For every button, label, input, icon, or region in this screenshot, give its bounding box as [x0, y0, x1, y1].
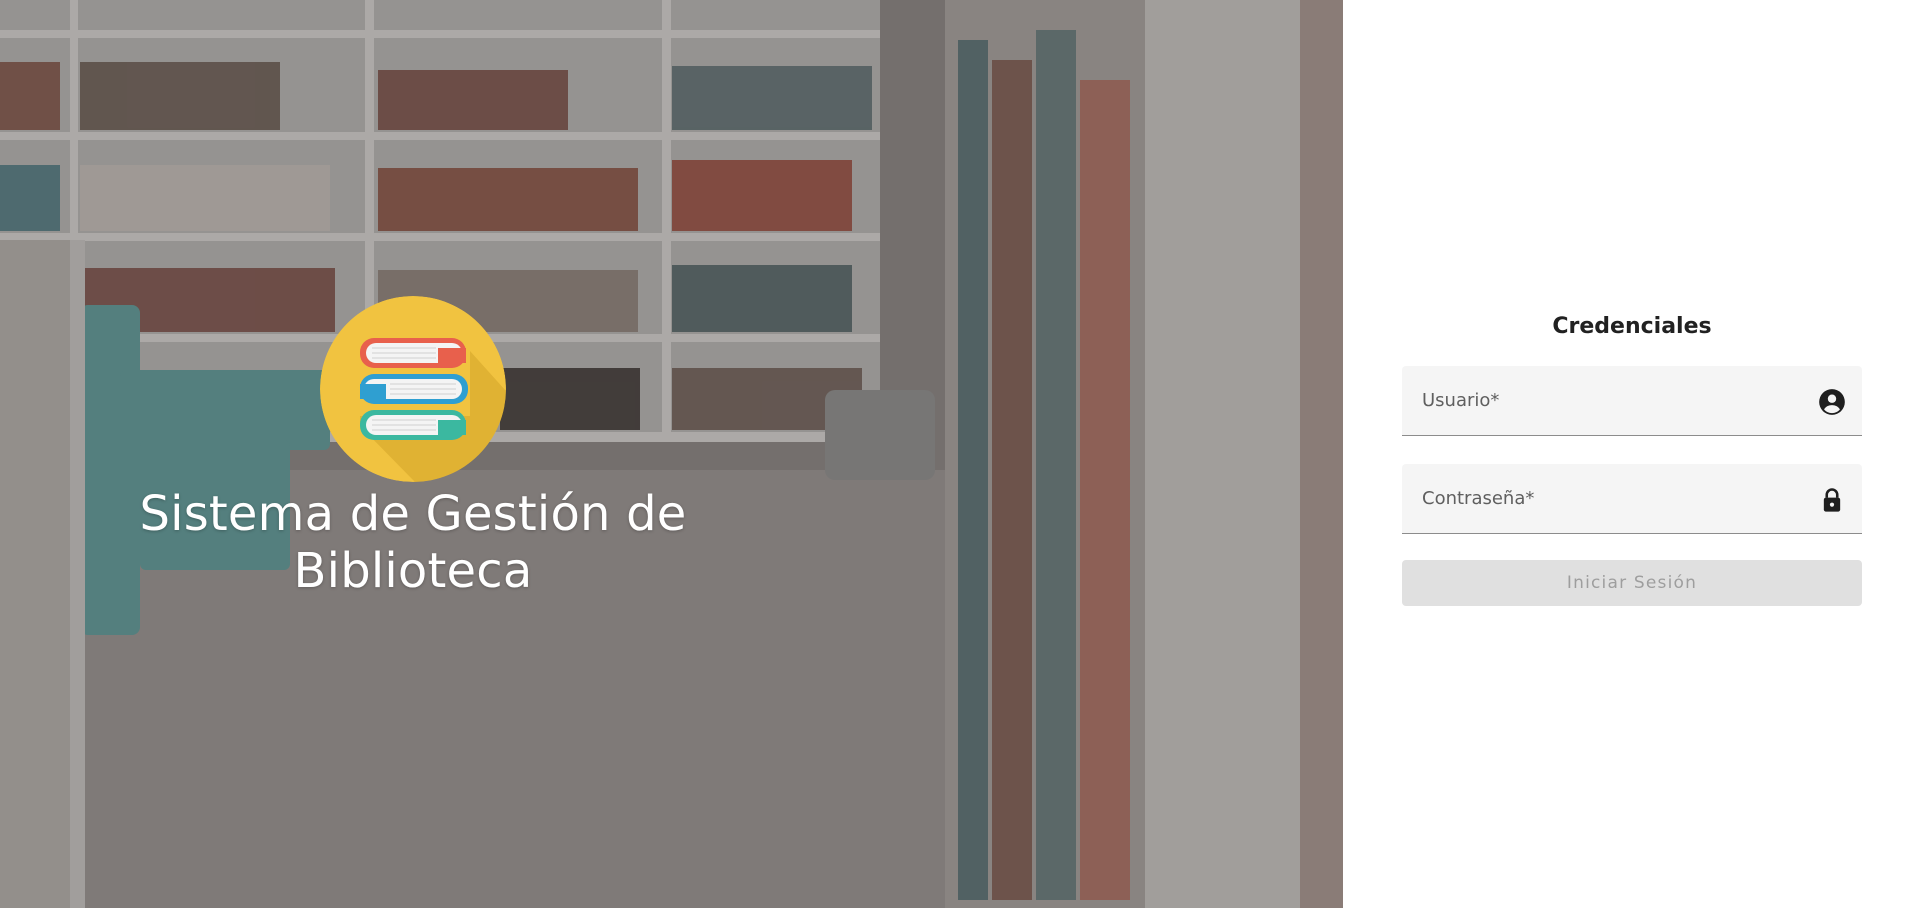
username-field [1402, 366, 1862, 436]
app-title: Sistema de Gestión de Biblioteca [139, 486, 687, 599]
password-field [1402, 464, 1862, 534]
password-input[interactable] [1402, 464, 1862, 533]
account-circle-icon [1818, 388, 1846, 416]
username-input[interactable] [1402, 366, 1862, 435]
form-title: Credenciales [1552, 314, 1712, 339]
login-button[interactable]: Iniciar Sesión [1402, 560, 1862, 606]
books-stack-icon [320, 296, 506, 482]
lock-icon [1818, 486, 1846, 514]
hero-panel: Sistema de Gestión de Biblioteca [0, 0, 1343, 908]
login-page: Sistema de Gestión de Biblioteca Credenc… [0, 0, 1917, 908]
brand-block: Sistema de Gestión de Biblioteca [0, 296, 826, 600]
login-panel: Credenciales Usuario* Iniciar Sesión [1343, 0, 1917, 908]
login-form: Credenciales Usuario* Iniciar Sesión [1402, 310, 1862, 606]
